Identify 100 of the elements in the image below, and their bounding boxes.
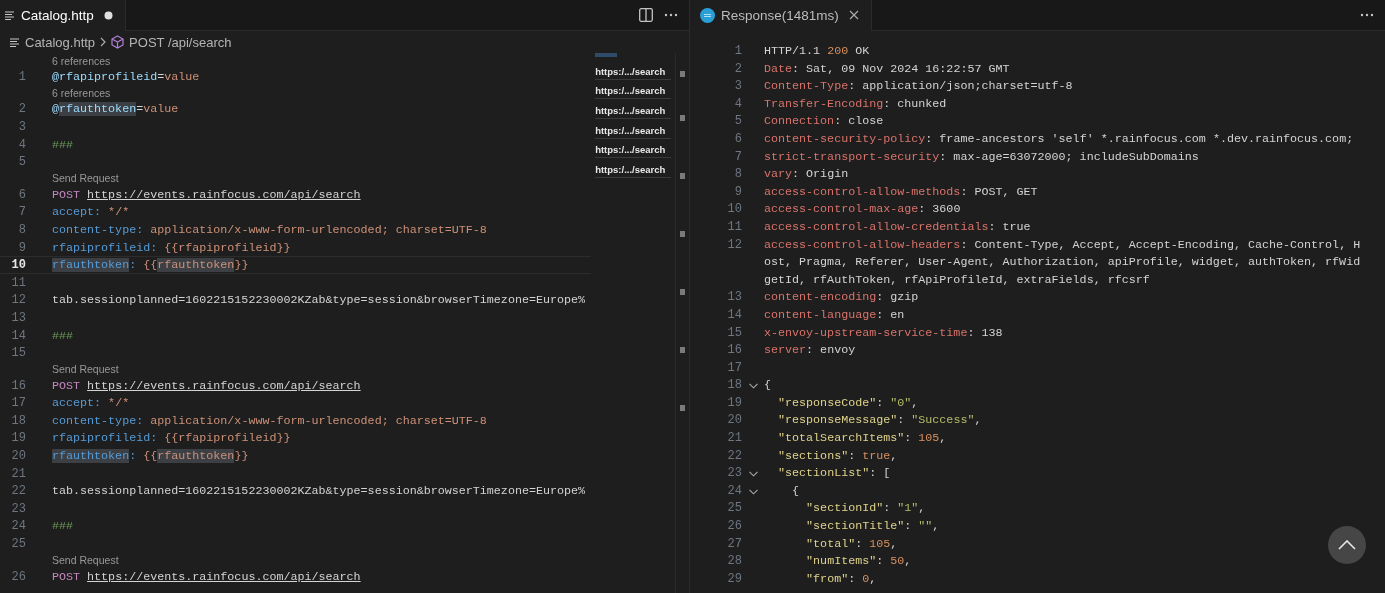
code-line: Date: Sat, 09 Nov 2024 16:22:57 GMT — [764, 60, 1010, 78]
close-icon[interactable] — [848, 10, 859, 20]
code-line: @rfauthtoken=value — [52, 102, 179, 117]
line-number: 17 — [726, 359, 742, 377]
line-number: 27 — [726, 535, 742, 553]
line-number: 7 — [733, 148, 742, 166]
code-line: POST https://events.rainfocus.com/api/search — [52, 569, 361, 584]
code-line: POST https://events.rainfocus.com/api/search — [52, 187, 361, 202]
split-editor-icon[interactable] — [639, 8, 653, 22]
scroll-to-top-button[interactable] — [1328, 526, 1366, 564]
code-line: Content-Type: application/json;charset=utf-8 — [764, 78, 1073, 96]
line-number: 16 — [10, 378, 26, 393]
line-number: 4 — [733, 95, 742, 113]
code-line: tab.sessionplanned=1602215152230002KZab&type=session&browserTimezone=Europe% — [52, 484, 586, 499]
breadcrumb-item[interactable]: Catalog.http — [25, 34, 96, 50]
code-line: { — [764, 377, 771, 395]
code-line: "responseCode": "0", — [777, 394, 919, 412]
line-number: 20 — [10, 449, 26, 464]
line-number: 17 — [10, 396, 26, 411]
line-number: 2 — [733, 60, 742, 78]
code-line: HTTP/1.1 200 OK — [764, 43, 870, 60]
code-line: "sectionTitle": "", — [805, 518, 940, 536]
minimap-label: https:/.../search — [595, 124, 667, 136]
more-icon[interactable] — [664, 13, 678, 17]
globe-badge-icon — [700, 7, 715, 23]
line-number: 9 — [17, 240, 26, 255]
editor-tab[interactable]: Catalog.http — [0, 0, 126, 31]
line-number: 10 — [726, 201, 742, 219]
line-number: 22 — [10, 484, 26, 499]
line-number: 22 — [726, 447, 742, 465]
code-line: x-envoy-upstream-service-time: 138 — [764, 324, 1003, 342]
code-line: access-control-allow-headers: Content-Type, Accept, Accept-Encoding, Cache-Control, Host, Pragma, Referer, User-Agent, Authorization, apiProfile, widget, authToken, rfWidgetId, rfAuthToken, rfApiProfileId, extraFields, rfcsrf — [764, 236, 1361, 289]
line-number: 13 — [10, 310, 26, 325]
code-line: "sections": true, — [777, 447, 898, 465]
line-number: 24 — [726, 482, 742, 500]
line-number: 18 — [10, 413, 26, 428]
chevron-right-icon — [100, 37, 107, 47]
code-lens-link[interactable]: Send Request — [52, 363, 119, 376]
chevron-down-icon[interactable] — [748, 471, 758, 478]
code-line: POST https://events.rainfocus.com/api/search — [52, 378, 361, 393]
line-number: 8 — [17, 222, 26, 237]
minimap-label: https:/.../search — [595, 105, 667, 116]
code-line: content-type: application/x-www-form-urlencoded; charset=UTF-8 — [52, 413, 487, 428]
code-line: access-control-allow-credentials: true — [764, 218, 1031, 236]
line-number: 19 — [726, 394, 742, 412]
code-lens-link[interactable]: Send Request — [52, 172, 119, 185]
url-link[interactable]: https://events.rainfocus.com/api/search — [87, 187, 361, 202]
url-link[interactable]: https://events.rainfocus.com/api/search — [87, 569, 361, 584]
code-line: vary: Origin — [764, 166, 849, 184]
code-line: accept: */* — [52, 205, 130, 220]
line-number: 23 — [10, 501, 26, 516]
breadcrumb-item[interactable]: POST /api/search — [129, 34, 232, 50]
line-number: 14 — [10, 328, 26, 343]
line-number: 2 — [17, 102, 26, 117]
code-lens-link[interactable]: 6 references — [52, 54, 111, 67]
code-line: content-security-policy: frame-ancestors 'self' *.rainfocus.com *.dev.rainfocus.com; — [764, 130, 1354, 148]
more-icon[interactable] — [1360, 13, 1374, 17]
line-number: 3 — [733, 78, 742, 96]
url-link[interactable]: https://events.rainfocus.com/api/search — [87, 378, 361, 393]
code-line: ### — [52, 137, 74, 152]
minimap-label: https:/.../search — [595, 163, 667, 175]
tab-title: Response(1481ms) — [721, 7, 839, 23]
response-tab[interactable]: Response(1481ms) — [690, 0, 872, 31]
code-line: content-language: en — [764, 306, 905, 324]
code-line: strict-transport-security: max-age=63072000; includeSubDomains — [764, 148, 1199, 166]
line-number: 10 — [10, 258, 26, 273]
tab-title: Catalog.http — [21, 7, 94, 23]
line-number: 25 — [10, 537, 26, 552]
line-number: 6 — [733, 130, 742, 148]
file-lines-icon — [10, 37, 20, 47]
code-line: "total": 105, — [805, 535, 898, 553]
line-number: 15 — [726, 324, 742, 342]
chevron-down-icon[interactable] — [748, 383, 758, 390]
line-number: 20 — [726, 412, 742, 430]
line-number: 23 — [726, 465, 742, 483]
line-number: 8 — [733, 166, 742, 184]
line-number: 9 — [733, 183, 742, 201]
line-number: 3 — [17, 120, 26, 134]
code-lens-link[interactable]: 6 references — [52, 87, 111, 100]
line-number: 1 — [17, 69, 26, 84]
line-number: 1 — [733, 43, 742, 60]
line-number: 5 — [733, 113, 742, 131]
minimap[interactable]: https:/.../search https:/.../search https:/.../search https:/.../search https:/.../search https:/.../search — [591, 53, 675, 593]
code-line: ### — [52, 328, 74, 343]
line-number: 28 — [726, 553, 742, 571]
line-number: 18 — [726, 377, 742, 395]
line-number: 15 — [10, 346, 26, 361]
code-line: content-type: application/x-www-form-urlencoded; charset=UTF-8 — [52, 222, 487, 237]
code-line: "sectionList": [ — [777, 465, 891, 483]
chevron-down-icon[interactable] — [748, 488, 758, 495]
cube-icon — [111, 35, 125, 49]
code-lens-link[interactable]: Send Request — [52, 554, 119, 567]
line-number: 25 — [726, 500, 742, 518]
line-number: 21 — [726, 430, 742, 448]
minimap-label: https:/.../search — [595, 85, 667, 97]
code-line: rfapiprofileid: {{rfapiprofileid}} — [52, 240, 291, 255]
line-number: 16 — [726, 342, 742, 360]
code-line: tab.sessionplanned=1602215152230002KZab&type=session&browserTimezone=Europe% — [52, 293, 586, 308]
code-line: "responseMessage": "Success", — [777, 412, 982, 430]
chevron-up-icon — [1338, 540, 1356, 550]
